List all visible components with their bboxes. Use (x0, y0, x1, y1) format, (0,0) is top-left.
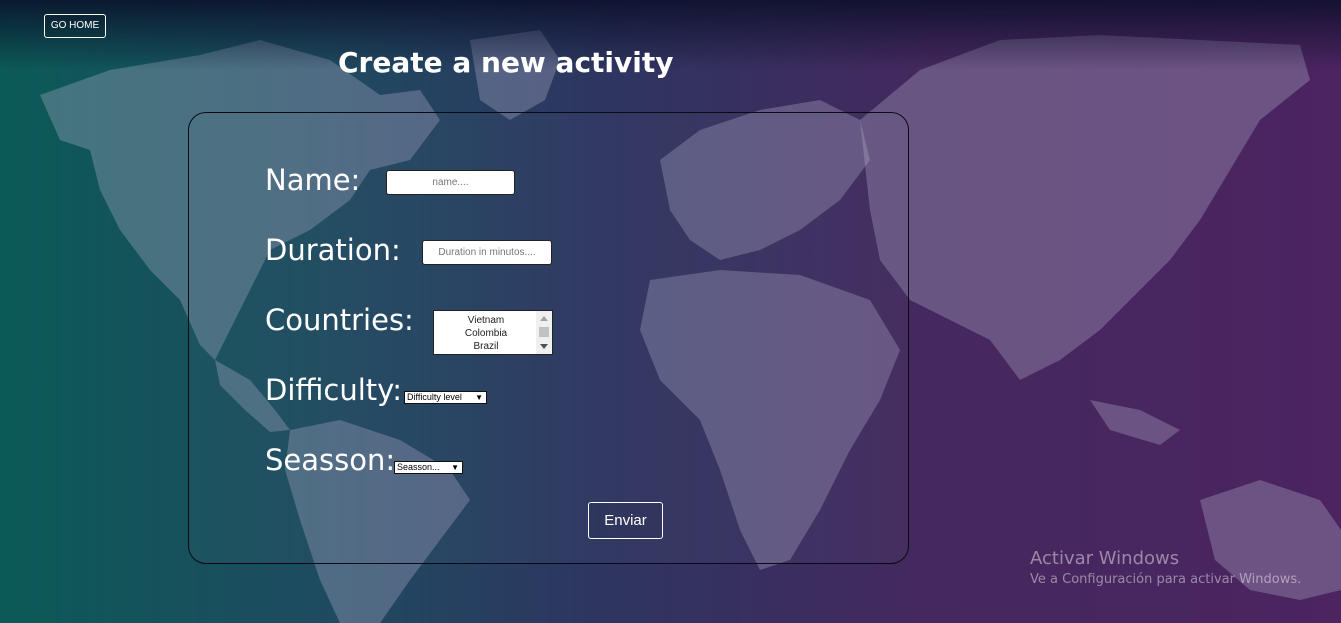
listbox-scrollbar[interactable] (536, 311, 552, 354)
difficulty-select[interactable]: Difficulty level ▼ (404, 391, 487, 404)
chevron-down-icon: ▼ (451, 463, 459, 472)
go-home-button[interactable]: GO HOME (44, 14, 106, 38)
windows-activation-title: Activar Windows (1030, 548, 1180, 569)
difficulty-label: Difficulty: (265, 373, 402, 407)
submit-button[interactable]: Enviar (588, 502, 663, 539)
chevron-down-icon: ▼ (475, 393, 483, 402)
duration-input[interactable] (422, 240, 552, 265)
scroll-down-icon[interactable] (540, 344, 548, 349)
scroll-up-icon[interactable] (540, 316, 548, 321)
difficulty-selected-value: Difficulty level (407, 392, 462, 402)
countries-listbox[interactable]: Vietnam Colombia Brazil (433, 310, 553, 355)
duration-label: Duration: (265, 233, 401, 267)
asia-shape (860, 35, 1310, 380)
scroll-thumb[interactable] (539, 327, 549, 337)
country-option[interactable]: Vietnam (434, 314, 538, 327)
season-selected-value: Seasson... (397, 462, 440, 472)
name-input[interactable] (386, 170, 515, 195)
page-title: Create a new activity (338, 46, 674, 79)
season-label: Seasson: (265, 443, 396, 477)
name-label: Name: (265, 163, 361, 197)
country-option[interactable]: Colombia (434, 327, 538, 340)
country-option[interactable]: Brazil (434, 340, 538, 353)
season-select[interactable]: Seasson... ▼ (394, 461, 463, 474)
countries-label: Countries: (265, 303, 414, 337)
windows-activation-subtitle: Ve a Configuración para activar Windows. (1030, 572, 1302, 587)
islands-shape (1090, 400, 1180, 445)
